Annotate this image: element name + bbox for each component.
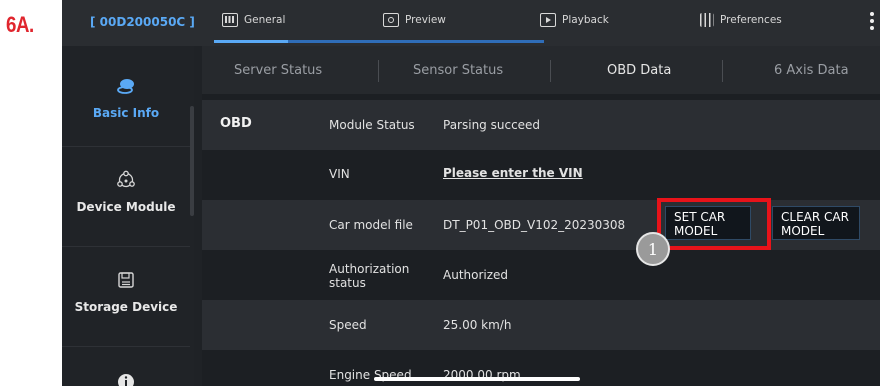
sidebar-divider [62, 246, 190, 247]
row-value: Parsing succeed [443, 118, 541, 132]
top-bar: [ 00D200050C ] General Preview Playback … [62, 0, 880, 46]
sidebar-item-basic-info[interactable]: Basic Info [62, 76, 190, 120]
obd-row-speed: Speed 25.00 km/h [202, 300, 880, 350]
row-key: Car model file [329, 218, 413, 232]
row-key: Module Status [329, 118, 415, 132]
info-icon [118, 374, 134, 386]
row-key: VIN [329, 167, 350, 181]
subtab-6-axis-data[interactable]: 6 Axis Data [774, 63, 849, 78]
highlight-box [657, 198, 771, 250]
subtab-sensor-status[interactable]: Sensor Status [413, 63, 503, 78]
tab-preferences-label: Preferences [720, 14, 782, 26]
row-key: Speed [329, 318, 367, 332]
device-id[interactable]: [ 00D200050C ] [90, 15, 195, 29]
obd-row-vin: VIN Please enter the VIN [202, 150, 880, 200]
playback-icon [540, 13, 556, 27]
row-value: 25.00 km/h [443, 318, 512, 332]
car-icon [117, 79, 134, 94]
subtab-divider [378, 60, 379, 82]
eye-icon [383, 13, 399, 27]
row-value: DT_P01_OBD_V102_20230308 [443, 218, 626, 232]
step-label: 6A. [6, 12, 34, 37]
tab-preferences[interactable]: Preferences [700, 13, 782, 27]
home-indicator [374, 377, 580, 381]
tab-general-label: General [244, 14, 286, 26]
sidebar-item-storage-device[interactable]: Storage Device [62, 270, 190, 314]
sidebar-item-label: Device Module [76, 200, 176, 214]
tab-general[interactable]: General [222, 13, 285, 27]
save-icon [118, 272, 134, 288]
clear-car-model-button[interactable]: CLEAR CAR MODEL [772, 206, 860, 240]
step-number-badge: 1 [636, 232, 670, 266]
sidebar-item-label: Basic Info [92, 106, 160, 120]
tab-preview[interactable]: Preview [383, 13, 446, 27]
subtab-bar: Server Status Sensor Status OBD Data 6 A… [202, 46, 880, 94]
tab-playback-label: Playback [562, 14, 609, 26]
subtab-server-status[interactable]: Server Status [234, 63, 322, 78]
sliders-icon [700, 13, 714, 27]
app-screen: [ 00D200050C ] General Preview Playback … [62, 0, 880, 386]
sidebar-scrollbar[interactable] [190, 106, 194, 216]
obd-row-authorization-status: Authorization status Authorized [202, 250, 880, 300]
vin-link[interactable]: Please enter the VIN [443, 166, 583, 180]
network-icon [117, 170, 135, 188]
sidebar: Basic Info Device Module Storage Device [62, 46, 194, 386]
sidebar-divider [62, 346, 190, 347]
active-tab-indicator [214, 40, 544, 43]
tab-playback[interactable]: Playback [540, 13, 609, 27]
obd-row-module-status: OBD Module Status Parsing succeed [202, 100, 880, 150]
sidebar-item-device-module[interactable]: Device Module [62, 170, 190, 214]
row-key: Authorization status [329, 262, 410, 290]
grid-icon [222, 13, 238, 27]
section-title: OBD [220, 116, 252, 131]
sidebar-item-info[interactable] [62, 372, 190, 386]
subtab-divider [722, 60, 723, 82]
sidebar-divider [62, 146, 190, 147]
tab-preview-label: Preview [405, 14, 446, 26]
subtab-obd-data[interactable]: OBD Data [607, 63, 671, 78]
subtab-divider [550, 60, 551, 82]
sidebar-item-label: Storage Device [74, 300, 178, 314]
row-value: Authorized [443, 268, 509, 282]
more-menu-icon[interactable] [870, 12, 874, 32]
